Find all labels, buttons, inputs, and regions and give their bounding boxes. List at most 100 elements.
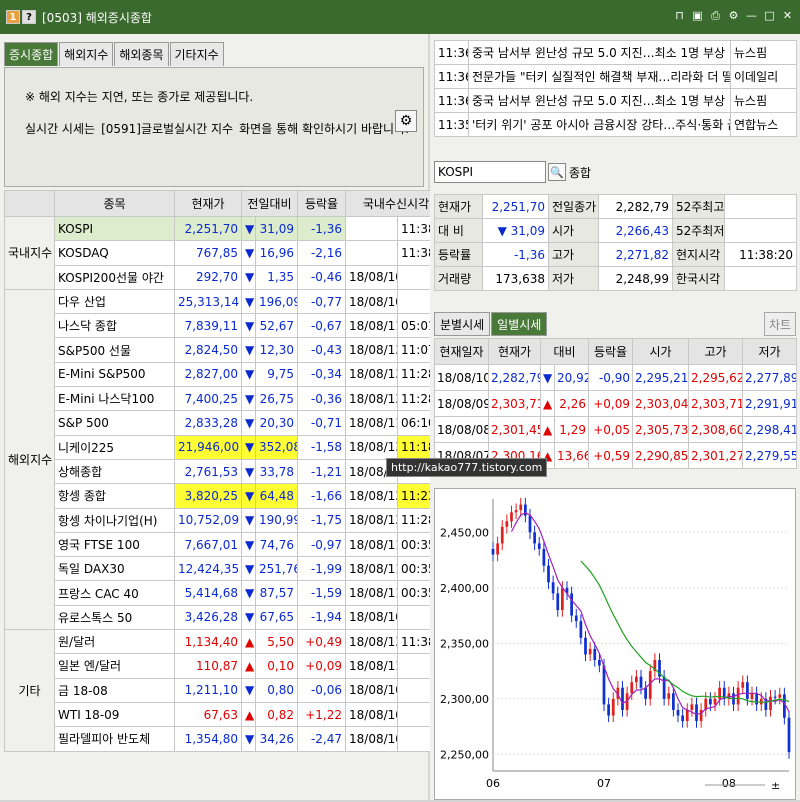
news-row[interactable]: 11:36:중국 남서부 윈난성 규모 5.0 지진…최소 1명 부상뉴스핌 bbox=[434, 88, 797, 113]
table-row[interactable]: S&P500 선물2,824,50▼12,30-0,4318/08/1311:0… bbox=[5, 337, 448, 363]
maximize-icon[interactable]: □ bbox=[763, 9, 776, 22]
daily-low: 2,291,91 bbox=[742, 390, 797, 417]
chart-button[interactable]: 차트 bbox=[764, 312, 796, 336]
row-rate: -0,43 bbox=[297, 337, 347, 363]
candle-body bbox=[695, 704, 698, 722]
table-row[interactable]: 유로스톡스 503,426,28▼67,65-1,9418/08/10 bbox=[5, 604, 448, 631]
row-name: 원/달러 bbox=[54, 629, 175, 655]
daily-direction-icon: ▲ bbox=[540, 390, 555, 417]
table-row[interactable]: 니케이22521,946,00▼352,08-1,5818/08/1311:18… bbox=[5, 434, 448, 460]
quote-label: 한국시각 bbox=[672, 266, 725, 291]
quote-label: 대 비 bbox=[434, 218, 483, 243]
row-change: 0,10 bbox=[254, 653, 299, 679]
news-title[interactable]: 중국 남서부 윈난성 규모 5.0 지진…최소 1명 부상 bbox=[468, 40, 731, 65]
zoom-icon[interactable]: ± bbox=[771, 779, 780, 792]
notice-screen-link[interactable]: [0591]글로벌실시간 지수 bbox=[101, 120, 233, 137]
table-row[interactable]: 항셍 종합3,820,25▼64,48-1,6618/08/1311:23:24 bbox=[5, 483, 448, 509]
row-date: 18/08/11 bbox=[345, 410, 399, 436]
window-number-badge[interactable]: 1 bbox=[6, 10, 20, 24]
daily-row[interactable]: 18/08/08 2,301,45 ▲ 1,29 +0,05 2,305,73 2,308,… bbox=[434, 416, 797, 443]
tab-overseas-stocks[interactable]: 해외종목 bbox=[114, 42, 169, 66]
candle-body bbox=[787, 717, 791, 753]
quote-row: 등락률 -1,36 고가 2,271,82 현지시각 11:38:20 bbox=[434, 242, 797, 267]
tab-market-summary[interactable]: 증시종합 bbox=[4, 42, 59, 66]
column-header-rate: 등락율 bbox=[297, 190, 347, 217]
left-panel: 증시종합 해외지수 해외종목 기타지수 ※ 해외 지수는 지연, 또는 종가로 … bbox=[0, 34, 448, 800]
symbol-input[interactable]: KOSPI bbox=[434, 161, 546, 183]
table-row[interactable]: E-Mini S&P5002,827,00▼9,75-0,3418/08/131… bbox=[5, 361, 448, 388]
table-row[interactable]: 해외지수다우 산업25,313,14▼196,09-0,7718/08/10 bbox=[4, 288, 448, 631]
table-row[interactable]: 나스닥 종합7,839,11▼52,67-0,6718/08/1105:01:5… bbox=[5, 313, 448, 339]
table-row[interactable]: 프랑스 CAC 405,414,68▼87,57-1,5918/08/1100:… bbox=[5, 580, 448, 606]
candle-body bbox=[676, 709, 680, 716]
tab-daily-quotes[interactable]: 일별시세 bbox=[491, 312, 548, 336]
quote-value bbox=[724, 194, 797, 219]
row-date: 18/08/10 bbox=[345, 701, 399, 728]
tab-minute-quotes[interactable]: 분별시세 bbox=[434, 312, 491, 336]
notice-text: 화면을 통해 확인하시기 바랍니다. bbox=[239, 122, 409, 136]
help-button[interactable]: ? bbox=[22, 10, 36, 24]
close-icon[interactable]: ✕ bbox=[781, 9, 794, 22]
pin-icon[interactable]: ⊓ bbox=[673, 9, 686, 22]
tab-other-index[interactable]: 기타지수 bbox=[169, 42, 224, 66]
row-direction-icon: ▼ bbox=[241, 531, 256, 558]
daily-change: 2,26 bbox=[554, 390, 589, 417]
table-row[interactable]: WTI 18-0967,63▲0,82+1,2218/08/10 bbox=[5, 701, 448, 728]
candle-body bbox=[662, 676, 666, 699]
table-row[interactable]: 독일 DAX3012,424,35▼251,76-1,9918/08/1100:… bbox=[5, 556, 448, 582]
row-rate: -0,67 bbox=[297, 313, 347, 339]
news-title[interactable]: 중국 남서부 윈난성 규모 5.0 지진…최소 1명 부상 bbox=[468, 88, 731, 113]
news-time: 11:36: bbox=[434, 64, 469, 89]
daily-header: 현재일자 bbox=[434, 338, 489, 365]
print-icon[interactable]: ⎙ bbox=[709, 9, 722, 22]
copy-icon[interactable]: ▣ bbox=[691, 9, 704, 22]
candle-body bbox=[579, 621, 583, 638]
row-direction-icon: ▼ bbox=[241, 288, 256, 315]
table-row[interactable]: 일본 엔/달러110,87▲0,10+0,0918/08/11 bbox=[5, 653, 448, 679]
table-row[interactable]: 상해종합2,761,53▼33,78-1,2118/08/1311:23:?? bbox=[5, 458, 448, 485]
table-row[interactable]: E-Mini 나스닥1007,400,25▼26,75-0,3618/08/13… bbox=[5, 386, 448, 412]
minimize-icon[interactable]: — bbox=[745, 9, 758, 22]
news-row[interactable]: 11:36:중국 남서부 윈난성 규모 5.0 지진…최소 1명 부상뉴스핌 bbox=[434, 40, 797, 65]
row-date: 18/08/13 bbox=[345, 337, 399, 363]
row-change: 74,76 bbox=[254, 531, 299, 558]
table-row[interactable]: 금 18-081,211,10▼0,80-0,0618/08/10 bbox=[5, 677, 448, 703]
daily-header: 시가 bbox=[632, 338, 689, 365]
tab-overseas-index[interactable]: 해외지수 bbox=[59, 42, 114, 66]
row-direction-icon: ▼ bbox=[241, 410, 256, 436]
y-tick-label: 2,300,00 bbox=[440, 693, 489, 706]
row-rate: -0,71 bbox=[297, 410, 347, 436]
row-date: 18/08/13 bbox=[345, 629, 399, 655]
daily-row[interactable]: 18/08/10 2,282,79 ▼ 20,92 -0,90 2,295,21 2,295… bbox=[434, 364, 797, 391]
row-rate: -1,21 bbox=[297, 458, 347, 485]
price-chart[interactable]: 2,450,00 2,400,00 2,350,00 2,300,00 2,250,00… bbox=[434, 488, 796, 800]
row-change: 33,78 bbox=[254, 458, 299, 485]
notice-panel: ※ 해외 지수는 지연, 또는 종가로 제공됩니다. 실시간 시세는 [0591… bbox=[4, 67, 424, 187]
candle-body bbox=[672, 693, 675, 710]
table-row[interactable]: S&P 5002,833,28▼20,30-0,7118/08/1106:10:… bbox=[5, 410, 448, 436]
search-icon[interactable]: 🔍 bbox=[548, 163, 566, 181]
quote-label: 52주최고 bbox=[672, 194, 725, 219]
news-row[interactable]: 11:35:'터키 위기' 공포 아시아 금융시장 강타…주식·통화 급연합뉴스 bbox=[434, 112, 797, 137]
row-date: 18/08/11 bbox=[345, 313, 399, 339]
news-title[interactable]: '터키 위기' 공포 아시아 금융시장 강타…주식·통화 급 bbox=[468, 112, 731, 137]
news-title[interactable]: 전문가들 "터키 실질적인 해결책 부재…리라화 더 떨어 bbox=[468, 64, 731, 89]
table-row[interactable]: 항셍 차이나기업(H)10,752,09▼190,99-1,7518/08/13… bbox=[5, 507, 448, 533]
row-direction-icon: ▼ bbox=[241, 337, 256, 363]
table-row[interactable]: KOSPI200선물 야간292,70▼1,35-0,4618/08/10 bbox=[5, 264, 448, 290]
daily-row[interactable]: 18/08/09 2,303,71 ▲ 2,26 +0,09 2,303,04 2,303,… bbox=[434, 390, 797, 417]
table-row[interactable]: 국내지수KOSPI2,251,70▼31,09-1,3611:38:20 bbox=[4, 215, 448, 290]
table-row[interactable]: KOSDAQ767,85▼16,96-2,1611:38:20 bbox=[5, 240, 448, 266]
table-row[interactable]: 필라델피아 반도체1,354,80▼34,26-2,4718/08/10 bbox=[5, 726, 448, 752]
quote-label: 저가 bbox=[548, 266, 599, 291]
gear-icon[interactable]: ⚙ bbox=[395, 110, 417, 132]
news-row[interactable]: 11:36:전문가들 "터키 실질적인 해결책 부재…리라화 더 떨어이데일리 bbox=[434, 64, 797, 89]
candle-body bbox=[602, 665, 606, 705]
row-direction-icon: ▼ bbox=[241, 361, 256, 388]
quote-row: 대 비 ▼ 31,09 시가 2,266,43 52주최저 bbox=[434, 218, 797, 243]
settings-icon[interactable]: ⚙ bbox=[727, 9, 740, 22]
table-row[interactable]: 기타원/달러1,134,40▲5,50+0,4918/08/1311:38:04 bbox=[4, 629, 448, 752]
table-row[interactable]: 영국 FTSE 1007,667,01▼74,76-0,9718/08/1100… bbox=[5, 531, 448, 558]
daily-rate: +0,59 bbox=[588, 442, 633, 469]
daily-header: 대비 bbox=[540, 338, 589, 365]
